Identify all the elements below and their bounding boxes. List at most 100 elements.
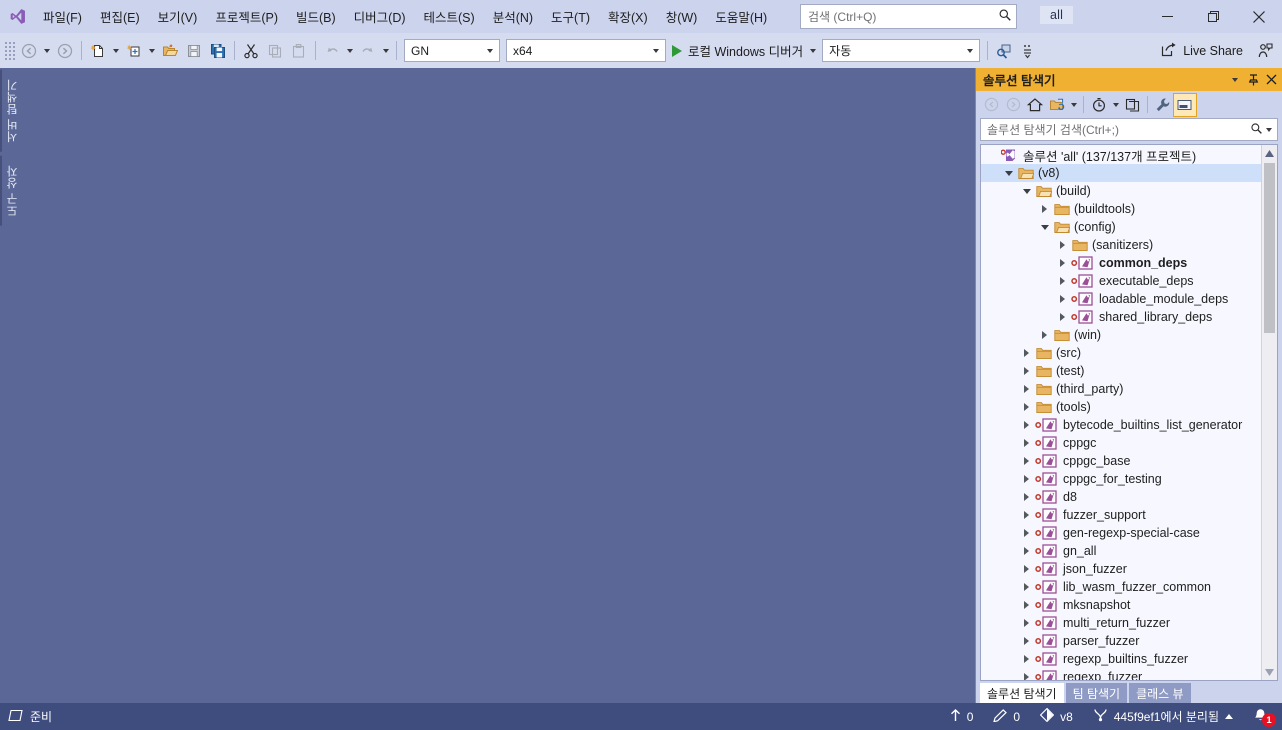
expander-collapsed-icon[interactable] <box>1019 668 1034 680</box>
new-file-dropdown[interactable] <box>110 39 122 63</box>
expander-collapsed-icon[interactable] <box>1055 236 1070 254</box>
expander-collapsed-icon[interactable] <box>1019 596 1034 614</box>
expander-collapsed-icon[interactable] <box>1019 560 1034 578</box>
solution-explorer-search-box[interactable]: 솔루션 탐색기 검색(Ctrl+;) <box>980 118 1278 141</box>
start-debugging-button[interactable]: 로컬 Windows 디버거 <box>669 39 807 63</box>
close-button[interactable] <box>1236 0 1282 33</box>
menu-window[interactable]: 창(W) <box>657 3 707 30</box>
pending-changes-filter-icon[interactable] <box>1088 94 1110 116</box>
redo-dropdown[interactable] <box>380 39 392 63</box>
expander-collapsed-icon[interactable] <box>1037 326 1052 344</box>
tab-team-explorer[interactable]: 팀 탐색기 <box>1065 683 1128 703</box>
scrollbar-thumb[interactable] <box>1264 163 1275 333</box>
preview-selected-items-icon[interactable] <box>1173 92 1197 117</box>
tree-item[interactable]: regexp_fuzzer <box>981 668 1261 680</box>
minimize-button[interactable] <box>1144 0 1190 33</box>
redo-icon[interactable] <box>356 39 380 63</box>
expander-collapsed-icon[interactable] <box>1055 308 1070 326</box>
new-file-icon[interactable] <box>86 39 110 63</box>
hot-reload-combobox[interactable]: 자동 <box>822 39 981 62</box>
tree-item[interactable]: (build) <box>981 182 1261 200</box>
expander-expanded-icon[interactable] <box>1001 164 1016 182</box>
expander-collapsed-icon[interactable] <box>1019 524 1034 542</box>
tree-item[interactable]: shared_library_deps <box>981 308 1261 326</box>
menu-project[interactable]: 프로젝트(P) <box>206 3 287 30</box>
solution-tree[interactable]: 솔루션 'all' (137/137개 프로젝트) (v8) (build) (bui… <box>981 145 1261 680</box>
expander-collapsed-icon[interactable] <box>1019 344 1034 362</box>
menu-view[interactable]: 보기(V) <box>149 3 207 30</box>
restore-button[interactable] <box>1190 0 1236 33</box>
configuration-combobox[interactable]: GN <box>404 39 500 62</box>
tree-item[interactable]: (tools) <box>981 398 1261 416</box>
find-in-files-icon[interactable] <box>992 39 1016 63</box>
toolbar-options-icon[interactable] <box>1016 39 1040 63</box>
pending-edits-status[interactable]: 0 <box>983 703 1030 730</box>
collapse-all-icon[interactable] <box>1121 94 1143 116</box>
properties-wrench-icon[interactable] <box>1152 94 1174 116</box>
menu-file[interactable]: 파일(F) <box>34 3 91 30</box>
expander-expanded-icon[interactable] <box>1037 218 1052 236</box>
branch-status[interactable]: 445f9ef1에서 분리됨 <box>1083 703 1243 730</box>
tree-item[interactable]: mksnapshot <box>981 596 1261 614</box>
paste-icon[interactable] <box>287 39 311 63</box>
tree-item[interactable]: bytecode_builtins_list_generator <box>981 416 1261 434</box>
expander-expanded-icon[interactable] <box>1019 182 1034 200</box>
tree-item[interactable]: (sanitizers) <box>981 236 1261 254</box>
menu-edit[interactable]: 편집(E) <box>91 3 149 30</box>
cut-icon[interactable] <box>239 39 263 63</box>
notifications-button[interactable]: 1 <box>1243 703 1282 730</box>
tree-item[interactable]: cppgc_for_testing <box>981 470 1261 488</box>
tree-item[interactable]: (src) <box>981 344 1261 362</box>
menu-tools[interactable]: 도구(T) <box>542 3 599 30</box>
platform-combobox[interactable]: x64 <box>506 39 666 62</box>
scroll-down-icon[interactable] <box>1262 664 1277 680</box>
pin-icon[interactable] <box>1244 70 1262 89</box>
menu-extensions[interactable]: 확장(X) <box>599 3 657 30</box>
send-feedback-icon[interactable] <box>1254 39 1276 63</box>
expander-collapsed-icon[interactable] <box>1019 506 1034 524</box>
tree-item[interactable]: parser_fuzzer <box>981 632 1261 650</box>
expander-collapsed-icon[interactable] <box>1019 578 1034 596</box>
undo-icon[interactable] <box>320 39 344 63</box>
navigate-back-icon[interactable] <box>17 39 41 63</box>
sidebar-item-toolbox[interactable]: 도구 상자 <box>0 155 21 226</box>
expander-collapsed-icon[interactable] <box>1019 380 1034 398</box>
undo-dropdown[interactable] <box>344 39 356 63</box>
expander-collapsed-icon[interactable] <box>1037 200 1052 218</box>
repository-status[interactable]: v8 <box>1030 703 1083 730</box>
tree-item[interactable]: common_deps <box>981 254 1261 272</box>
tree-vertical-scrollbar[interactable] <box>1261 145 1277 680</box>
se-home-icon[interactable] <box>1024 94 1046 116</box>
navigate-forward-icon[interactable] <box>53 39 77 63</box>
tree-item[interactable]: cppgc <box>981 434 1261 452</box>
se-search-dropdown-icon[interactable] <box>1263 127 1274 132</box>
tree-item[interactable]: json_fuzzer <box>981 560 1261 578</box>
expander-collapsed-icon[interactable] <box>1055 272 1070 290</box>
save-icon[interactable] <box>182 39 206 63</box>
tree-item[interactable]: (win) <box>981 326 1261 344</box>
expander-collapsed-icon[interactable] <box>1019 362 1034 380</box>
live-share-button[interactable]: Live Share <box>1156 39 1248 63</box>
global-search-box[interactable]: 검색 (Ctrl+Q) <box>800 4 1017 29</box>
expander-collapsed-icon[interactable] <box>1019 650 1034 668</box>
expander-collapsed-icon[interactable] <box>1055 290 1070 308</box>
se-forward-icon[interactable] <box>1002 94 1024 116</box>
scroll-up-icon[interactable] <box>1262 145 1277 161</box>
new-project-icon[interactable] <box>122 39 146 63</box>
tree-item[interactable]: (config) <box>981 218 1261 236</box>
tree-item[interactable]: (v8) <box>981 164 1261 182</box>
sync-dropdown-icon[interactable] <box>1068 94 1079 116</box>
new-project-dropdown[interactable] <box>146 39 158 63</box>
tree-item[interactable]: regexp_builtins_fuzzer <box>981 650 1261 668</box>
navigate-back-dropdown[interactable] <box>41 39 53 63</box>
tab-class-view[interactable]: 클래스 뷰 <box>1129 683 1191 703</box>
tree-item[interactable]: (third_party) <box>981 380 1261 398</box>
menu-build[interactable]: 빌드(B) <box>287 3 345 30</box>
expander-collapsed-icon[interactable] <box>1019 614 1034 632</box>
tree-item[interactable]: cppgc_base <box>981 452 1261 470</box>
sync-with-active-document-icon[interactable] <box>1046 94 1068 116</box>
chevron-down-icon[interactable] <box>1226 70 1244 89</box>
tree-item[interactable]: (buildtools) <box>981 200 1261 218</box>
expander-collapsed-icon[interactable] <box>1019 434 1034 452</box>
tree-item[interactable]: lib_wasm_fuzzer_common <box>981 578 1261 596</box>
